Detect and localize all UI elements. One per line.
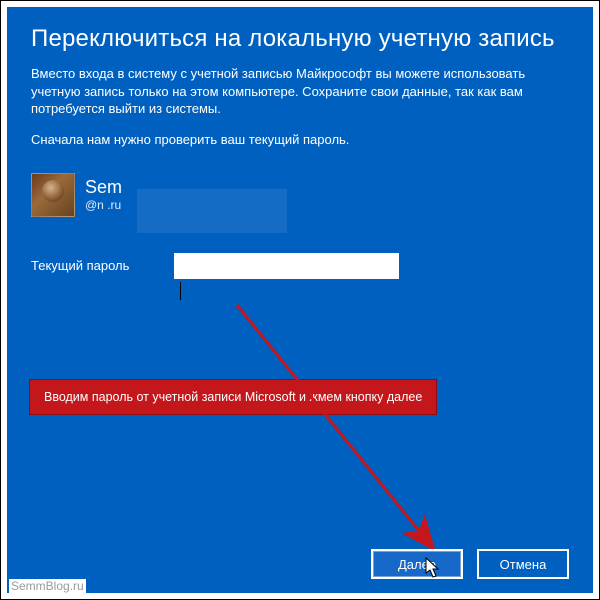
annotation-callout: Вводим пароль от учетной записи Microsof… bbox=[29, 379, 437, 415]
page-title: Переключиться на локальную учетную запис… bbox=[31, 25, 569, 53]
dialog-screen: Переключиться на локальную учетную запис… bbox=[7, 7, 593, 593]
next-button[interactable]: Далее bbox=[371, 549, 463, 579]
user-name: Sem bbox=[85, 177, 122, 199]
watermark: SemmBlog.ru bbox=[9, 579, 86, 593]
description-text: Вместо входа в систему с учетной записью… bbox=[31, 65, 569, 118]
user-email: @n .ru bbox=[85, 198, 122, 212]
cancel-button[interactable]: Отмена bbox=[477, 549, 569, 579]
text-caret bbox=[180, 282, 181, 300]
password-label: Текущий пароль bbox=[31, 258, 156, 273]
password-input[interactable] bbox=[174, 253, 399, 279]
window-frame: Переключиться на локальную учетную запис… bbox=[0, 0, 600, 600]
button-bar: Далее Отмена bbox=[371, 549, 569, 579]
user-info: Sem @n .ru bbox=[31, 173, 569, 217]
user-text: Sem @n .ru bbox=[85, 177, 122, 213]
description-text-2: Сначала нам нужно проверить ваш текущий … bbox=[31, 132, 569, 147]
avatar bbox=[31, 173, 75, 217]
password-row: Текущий пароль bbox=[31, 253, 569, 279]
